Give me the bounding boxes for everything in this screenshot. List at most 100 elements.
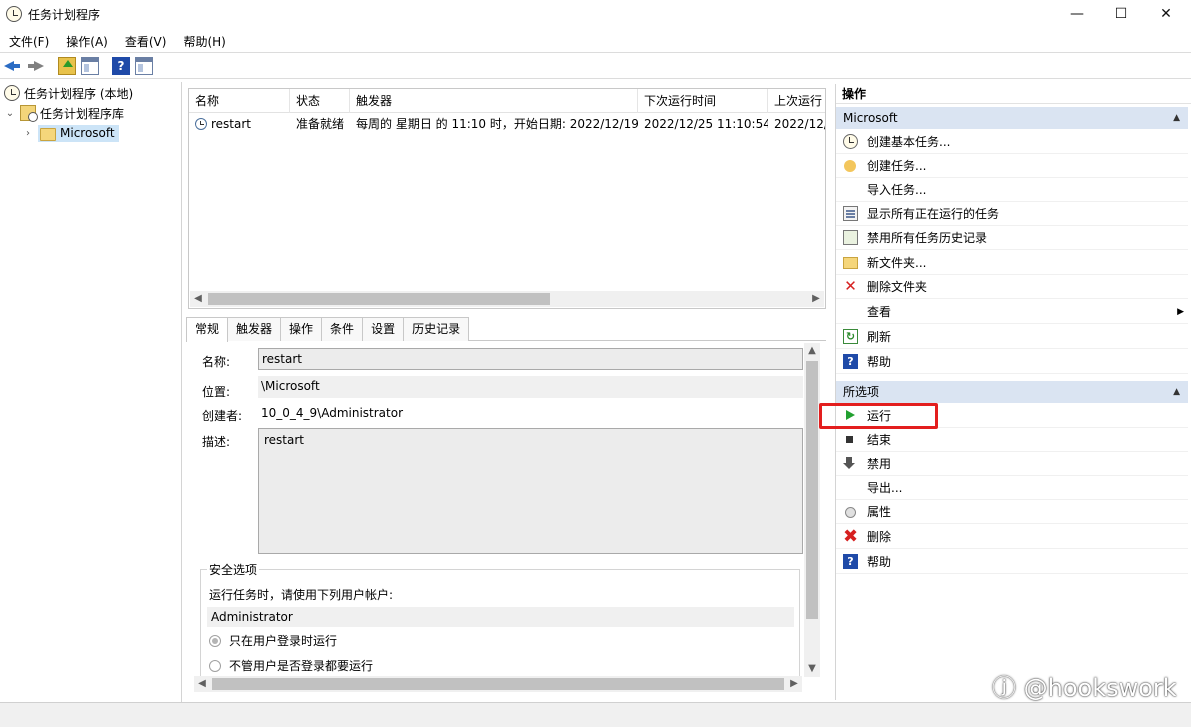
actions-pane: 操作 Microsoft ▲ 创建基本任务... 创建任务... 导入任务...…	[835, 84, 1191, 700]
scroll-left-icon[interactable]: ◀	[190, 291, 206, 307]
col-header-last-run[interactable]: 上次运行	[768, 89, 825, 113]
help-icon: ?	[843, 354, 858, 369]
collapse-up-icon[interactable]: ▲	[1173, 107, 1180, 129]
tab-general[interactable]: 常规	[186, 317, 229, 342]
tab-conditions[interactable]: 条件	[321, 317, 364, 341]
up-folder-icon[interactable]	[58, 57, 76, 75]
task-scheduler-clock-icon	[6, 6, 22, 22]
security-options-group: 安全选项 运行任务时，请使用下列用户帐户: Administrator 只在用户…	[200, 561, 800, 679]
detail-tabs: 常规 触发器 操作 条件 设置 历史记录	[186, 317, 826, 342]
description-field[interactable]: restart	[258, 428, 803, 554]
title-bar: 任务计划程序 — ☐ ✕	[0, 0, 1191, 28]
description-label: 描述:	[202, 435, 231, 449]
status-bar	[0, 702, 1191, 727]
collapse-up-icon[interactable]: ▲	[1173, 381, 1180, 403]
delete-x-icon: ✖	[843, 526, 859, 547]
toolbar: ?	[0, 52, 1191, 79]
menu-view[interactable]: 查看(V)	[116, 29, 175, 51]
menu-action[interactable]: 操作(A)	[57, 29, 116, 51]
col-header-trigger[interactable]: 触发器	[350, 89, 638, 113]
actions-pane-title: 操作	[836, 84, 1191, 104]
watermark: ⓙ @hookswork	[992, 674, 1177, 702]
table-row[interactable]: restart 准备就绪 每周的 星期日 的 11:10 时，开始日期: 202…	[189, 113, 825, 135]
back-arrow-icon[interactable]	[4, 57, 22, 75]
task-details: 常规 触发器 操作 条件 设置 历史记录 名称: restart 位置: \Mi…	[186, 317, 826, 697]
task-list-header: 名称 状态 触发器 下次运行时间 上次运行	[189, 89, 825, 113]
menu-file[interactable]: 文件(F)	[0, 29, 57, 51]
scroll-thumb[interactable]	[212, 678, 784, 690]
show-hide-action-pane-icon[interactable]	[135, 57, 153, 75]
forward-arrow-icon[interactable]	[26, 57, 44, 75]
location-label: 位置:	[202, 385, 231, 399]
run-as-prompt: 运行任务时，请使用下列用户帐户:	[209, 588, 394, 602]
action-view[interactable]: 查看 ▶	[836, 300, 1188, 324]
details-vertical-scrollbar[interactable]: ▲ ▼	[804, 343, 820, 677]
task-name-cell: restart	[189, 113, 290, 135]
tree-library-label: 任务计划程序库	[40, 106, 125, 121]
action-import-task[interactable]: 导入任务...	[836, 178, 1188, 202]
action-delete-folder[interactable]: ✕ 删除文件夹	[836, 275, 1188, 299]
tab-triggers[interactable]: 触发器	[227, 317, 282, 341]
tree-item-microsoft[interactable]: › Microsoft	[22, 123, 119, 143]
refresh-icon: ↻	[843, 329, 858, 344]
help-icon[interactable]: ?	[112, 57, 130, 75]
action-create-basic-task[interactable]: 创建基本任务...	[836, 130, 1188, 154]
action-create-task[interactable]: 创建任务...	[836, 154, 1188, 178]
close-button[interactable]: ✕	[1143, 0, 1189, 28]
action-new-folder[interactable]: 新文件夹...	[836, 251, 1188, 275]
action-delete[interactable]: ✖ 删除	[836, 525, 1188, 549]
details-horizontal-scrollbar[interactable]: ◀ ▶	[194, 676, 802, 692]
author-field[interactable]: 10_0_4_9\Administrator	[258, 403, 803, 425]
action-properties[interactable]: 属性	[836, 500, 1188, 524]
window-title: 任务计划程序	[28, 8, 101, 22]
task-status-cell: 准备就绪	[296, 117, 345, 131]
name-label: 名称:	[202, 355, 231, 369]
maximize-button[interactable]: ☐	[1098, 0, 1144, 28]
action-refresh[interactable]: ↻ 刷新	[836, 325, 1188, 349]
tree-root-label: 任务计划程序 (本地)	[24, 86, 134, 101]
scroll-left-icon[interactable]: ◀	[194, 676, 210, 692]
minimize-button[interactable]: —	[1054, 0, 1100, 28]
scroll-right-icon[interactable]: ▶	[808, 291, 824, 307]
chevron-right-icon[interactable]: ›	[22, 128, 34, 139]
section-header-selected-item[interactable]: 所选项 ▲	[836, 381, 1188, 403]
action-disable-history[interactable]: 禁用所有任务历史记录	[836, 226, 1188, 250]
radio-run-any[interactable]: 不管用户是否登录都要运行	[209, 657, 373, 674]
action-disable[interactable]: 禁用	[836, 452, 1188, 476]
chevron-down-icon[interactable]: ⌄	[4, 108, 16, 119]
folder-icon	[40, 127, 56, 141]
tab-settings[interactable]: 设置	[362, 317, 405, 341]
disable-down-arrow-icon	[843, 456, 858, 471]
scroll-thumb[interactable]	[208, 293, 550, 305]
show-hide-console-tree-icon[interactable]	[81, 57, 99, 75]
col-header-next-run[interactable]: 下次运行时间	[638, 89, 768, 113]
run-as-user-field[interactable]: Administrator	[207, 607, 794, 627]
scroll-down-icon[interactable]: ▼	[804, 661, 820, 677]
task-list-horizontal-scrollbar[interactable]: ◀ ▶	[190, 291, 824, 307]
scroll-thumb[interactable]	[806, 361, 818, 619]
action-export[interactable]: 导出...	[836, 476, 1188, 500]
security-options-title: 安全选项	[207, 561, 260, 578]
name-field[interactable]: restart	[258, 348, 803, 370]
task-trigger-cell: 每周的 星期日 的 11:10 时，开始日期: 2022/12/19	[356, 117, 638, 131]
tree-item-library[interactable]: ⌄ 任务计划程序库	[4, 103, 124, 123]
radio-unchecked-icon[interactable]	[209, 660, 221, 672]
scroll-right-icon[interactable]: ▶	[786, 676, 802, 692]
submenu-arrow-icon: ▶	[1177, 307, 1184, 317]
action-end[interactable]: 结束	[836, 428, 1188, 452]
location-field[interactable]: \Microsoft	[258, 376, 803, 398]
action-display-running-tasks[interactable]: 显示所有正在运行的任务	[836, 202, 1188, 226]
col-header-name[interactable]: 名称	[189, 89, 290, 113]
tab-history[interactable]: 历史记录	[403, 317, 470, 341]
radio-checked-icon[interactable]	[209, 635, 221, 647]
scroll-up-icon[interactable]: ▲	[804, 343, 820, 359]
tree-item-root[interactable]: 任务计划程序 (本地)	[4, 83, 133, 103]
col-header-status[interactable]: 状态	[290, 89, 350, 113]
menu-help[interactable]: 帮助(H)	[174, 29, 233, 51]
tree-selected-folder[interactable]: Microsoft	[38, 124, 119, 142]
action-help-selected[interactable]: ? 帮助	[836, 550, 1188, 574]
radio-run-logged-on[interactable]: 只在用户登录时运行	[209, 632, 337, 649]
tab-actions[interactable]: 操作	[280, 317, 323, 341]
action-help[interactable]: ? 帮助	[836, 350, 1188, 374]
section-header-microsoft[interactable]: Microsoft ▲	[836, 107, 1188, 129]
